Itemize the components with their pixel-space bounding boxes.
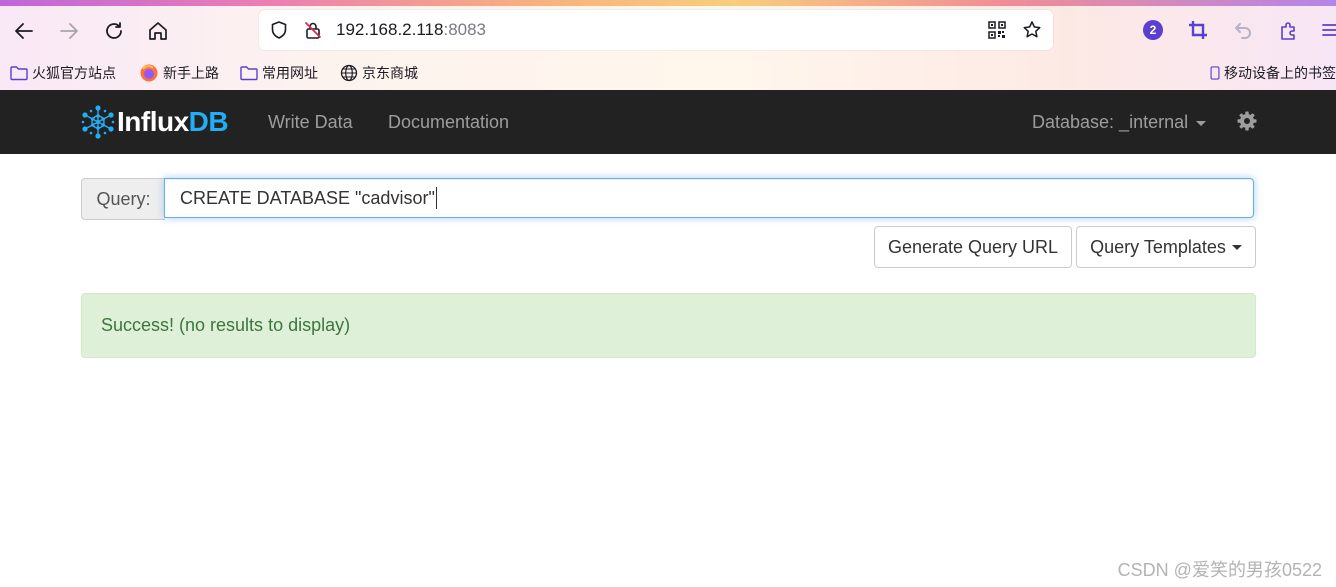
home-button[interactable] [143, 16, 173, 46]
watermark: CSDN @爱笑的男孩0522 [1117, 560, 1322, 580]
brand-name: InfluxDB [117, 106, 229, 138]
nav-write-data[interactable]: Write Data [268, 112, 353, 133]
undo-icon[interactable] [1233, 20, 1253, 40]
browser-chrome: 192.168.2.118:8083 2 火狐官方站点 新手上路 常用网址 京东… [0, 0, 1336, 90]
bookmark-label: 常用网址 [262, 65, 318, 81]
mobile-bookmarks-label: 移动设备上的书签 [1224, 65, 1336, 81]
app-navbar: InfluxDB Write Data Documentation Databa… [0, 90, 1336, 154]
influxdb-cubo-icon [81, 105, 115, 139]
chevron-down-icon [1231, 244, 1242, 250]
extensions-icon[interactable] [1278, 19, 1300, 41]
folder-icon [10, 66, 28, 81]
query-input[interactable]: CREATE DATABASE "cadvisor" [164, 178, 1254, 218]
home-icon [149, 22, 167, 40]
globe-icon [340, 64, 358, 82]
reload-button[interactable] [99, 16, 129, 46]
menu-icon[interactable] [1321, 22, 1336, 38]
forward-button[interactable] [54, 16, 84, 46]
query-templates-button[interactable]: Query Templates [1076, 226, 1256, 268]
influxdb-logo[interactable]: InfluxDB [81, 104, 229, 140]
success-alert: Success! (no results to display) [81, 293, 1256, 358]
qr-code-icon[interactable] [988, 21, 1006, 39]
back-button[interactable] [9, 16, 39, 46]
extension-badge[interactable]: 2 [1143, 20, 1163, 40]
chevron-down-icon [1196, 120, 1207, 126]
shield-icon[interactable] [269, 20, 289, 40]
folder-icon [240, 66, 258, 81]
arrow-left-icon [15, 23, 33, 39]
star-icon[interactable] [1022, 20, 1042, 40]
mobile-bookmarks[interactable]: 移动设备上的书签 [1210, 62, 1336, 84]
brand-influx: Influx [117, 106, 189, 137]
bookmark-item[interactable]: 京东商城 [340, 62, 418, 84]
bookmark-label: 火狐官方站点 [32, 65, 116, 81]
query-label: Query: [81, 178, 165, 220]
database-label: Database: _internal [1032, 112, 1189, 132]
nav-documentation[interactable]: Documentation [388, 112, 509, 133]
bookmark-item[interactable]: 火狐官方站点 [10, 62, 116, 84]
arrow-right-icon [60, 23, 78, 39]
mobile-device-icon [1210, 66, 1220, 80]
bookmark-item[interactable]: 常用网址 [240, 62, 318, 84]
query-input-group: Query: CREATE DATABASE "cadvisor" [81, 178, 1256, 220]
query-templates-label: Query Templates [1090, 236, 1226, 257]
address-bar[interactable]: 192.168.2.118:8083 [259, 10, 1053, 50]
crop-icon[interactable] [1188, 20, 1208, 40]
reload-icon [106, 22, 122, 39]
text-cursor [435, 187, 437, 209]
bookmark-label: 新手上路 [163, 65, 219, 81]
bookmark-item[interactable]: 新手上路 [139, 62, 219, 84]
generate-query-url-button[interactable]: Generate Query URL [874, 226, 1072, 268]
query-text: CREATE DATABASE "cadvisor" [180, 187, 435, 208]
gear-icon[interactable] [1237, 111, 1257, 131]
bookmarks-bar: 火狐官方站点 新手上路 常用网址 京东商城 移动设备上的书签 [0, 58, 1336, 86]
bookmark-label: 京东商城 [362, 65, 418, 81]
url-port: :8083 [443, 20, 487, 39]
url-host: 192.168.2.118 [336, 20, 444, 39]
insecure-lock-icon[interactable] [303, 20, 323, 40]
window-top-strip [0, 0, 1336, 6]
url-text[interactable]: 192.168.2.118:8083 [336, 20, 486, 40]
brand-db: DB [188, 106, 229, 137]
firefox-icon [140, 64, 158, 82]
database-dropdown[interactable]: Database: _internal [1032, 112, 1207, 133]
